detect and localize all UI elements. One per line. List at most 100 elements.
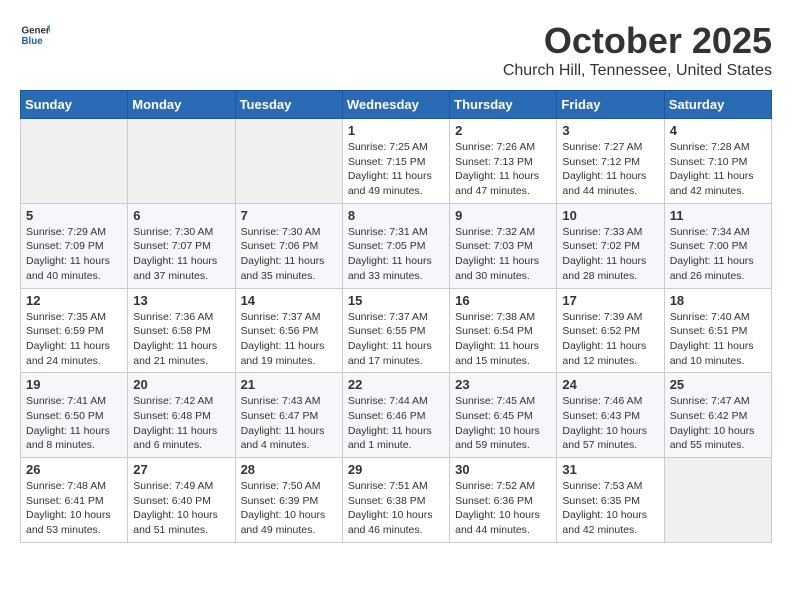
table-row: 15 Sunrise: 7:37 AM Sunset: 6:55 PM Dayli… [342,288,449,373]
title-area: October 2025 Church Hill, Tennessee, Uni… [503,20,772,80]
day-number: 7 [241,208,337,223]
day-info: Sunrise: 7:30 AM Sunset: 7:07 PM Dayligh… [133,225,229,284]
day-info: Sunrise: 7:53 AM Sunset: 6:35 PM Dayligh… [562,479,658,538]
table-row: 11 Sunrise: 7:34 AM Sunset: 7:00 PM Dayli… [664,203,771,288]
table-row: 16Sunrise: 7:38 AM Sunset: 6:54 PM Dayli… [450,288,557,373]
day-number: 17 [562,293,658,308]
day-number: 23 [455,377,551,392]
day-info: Sunrise: 7:47 AM Sunset: 6:42 PM Dayligh… [670,394,766,453]
day-info: Sunrise: 7:26 AM Sunset: 7:13 PM Dayligh… [455,140,551,199]
day-number: 19 [26,377,122,392]
day-info: Sunrise: 7:35 AM Sunset: 6:59 PM Dayligh… [26,310,122,369]
day-number: 8 [348,208,444,223]
table-row: 1 Sunrise: 7:25 AM Sunset: 7:15 PM Daylig… [342,119,449,204]
logo: General Blue [20,20,50,50]
calendar-week-row: 5 Sunrise: 7:29 AM Sunset: 7:09 PM Daylig… [21,203,772,288]
day-info: Sunrise: 7:37 AM Sunset: 6:56 PM Dayligh… [241,310,337,369]
table-row: 25Sunrise: 7:47 AM Sunset: 6:42 PM Dayli… [664,373,771,458]
day-number: 22 [348,377,444,392]
header-wednesday: Wednesday [342,91,449,119]
day-info: Sunrise: 7:27 AM Sunset: 7:12 PM Dayligh… [562,140,658,199]
table-row: 4 Sunrise: 7:28 AM Sunset: 7:10 PM Daylig… [664,119,771,204]
table-row: 13 Sunrise: 7:36 AM Sunset: 6:58 PM Dayli… [128,288,235,373]
table-row: 2 Sunrise: 7:26 AM Sunset: 7:13 PM Daylig… [450,119,557,204]
header-thursday: Thursday [450,91,557,119]
day-number: 16 [455,293,551,308]
table-row: 14 Sunrise: 7:37 AM Sunset: 6:56 PM Dayli… [235,288,342,373]
day-number: 26 [26,462,122,477]
table-row: 9Sunrise: 7:32 AM Sunset: 7:03 PM Daylig… [450,203,557,288]
table-row: 28Sunrise: 7:50 AM Sunset: 6:39 PM Dayli… [235,458,342,543]
table-row: 26 Sunrise: 7:48 AM Sunset: 6:41 PM Dayli… [21,458,128,543]
table-row: 24 Sunrise: 7:46 AM Sunset: 6:43 PM Dayli… [557,373,664,458]
day-info: Sunrise: 7:49 AM Sunset: 6:40 PM Dayligh… [133,479,229,538]
calendar-week-row: 1 Sunrise: 7:25 AM Sunset: 7:15 PM Daylig… [21,119,772,204]
header-tuesday: Tuesday [235,91,342,119]
table-row [21,119,128,204]
day-number: 21 [241,377,337,392]
table-row: 22 Sunrise: 7:44 AM Sunset: 6:46 PM Dayli… [342,373,449,458]
day-number: 13 [133,293,229,308]
day-info: Sunrise: 7:41 AM Sunset: 6:50 PM Dayligh… [26,394,122,453]
day-number: 2 [455,123,551,138]
table-row: 7Sunrise: 7:30 AM Sunset: 7:06 PM Daylig… [235,203,342,288]
table-row: 12 Sunrise: 7:35 AM Sunset: 6:59 PM Dayli… [21,288,128,373]
day-info: Sunrise: 7:33 AM Sunset: 7:02 PM Dayligh… [562,225,658,284]
table-row [235,119,342,204]
day-number: 31 [562,462,658,477]
day-number: 18 [670,293,766,308]
table-row: 3Sunrise: 7:27 AM Sunset: 7:12 PM Daylig… [557,119,664,204]
day-info: Sunrise: 7:48 AM Sunset: 6:41 PM Dayligh… [26,479,122,538]
table-row: 19 Sunrise: 7:41 AM Sunset: 6:50 PM Dayli… [21,373,128,458]
day-number: 20 [133,377,229,392]
day-number: 24 [562,377,658,392]
day-info: Sunrise: 7:50 AM Sunset: 6:39 PM Dayligh… [241,479,337,538]
day-info: Sunrise: 7:44 AM Sunset: 6:46 PM Dayligh… [348,394,444,453]
table-row: 21Sunrise: 7:43 AM Sunset: 6:47 PM Dayli… [235,373,342,458]
calendar-week-row: 19 Sunrise: 7:41 AM Sunset: 6:50 PM Dayli… [21,373,772,458]
day-info: Sunrise: 7:25 AM Sunset: 7:15 PM Dayligh… [348,140,444,199]
table-row: 17 Sunrise: 7:39 AM Sunset: 6:52 PM Dayli… [557,288,664,373]
table-row: 5 Sunrise: 7:29 AM Sunset: 7:09 PM Daylig… [21,203,128,288]
table-row: 30 Sunrise: 7:52 AM Sunset: 6:36 PM Dayli… [450,458,557,543]
day-number: 4 [670,123,766,138]
day-number: 14 [241,293,337,308]
calendar-week-row: 26 Sunrise: 7:48 AM Sunset: 6:41 PM Dayli… [21,458,772,543]
day-info: Sunrise: 7:39 AM Sunset: 6:52 PM Dayligh… [562,310,658,369]
header-saturday: Saturday [664,91,771,119]
day-number: 12 [26,293,122,308]
header-sunday: Sunday [21,91,128,119]
day-info: Sunrise: 7:52 AM Sunset: 6:36 PM Dayligh… [455,479,551,538]
day-number: 6 [133,208,229,223]
day-info: Sunrise: 7:32 AM Sunset: 7:03 PM Dayligh… [455,225,551,284]
day-info: Sunrise: 7:46 AM Sunset: 6:43 PM Dayligh… [562,394,658,453]
day-info: Sunrise: 7:28 AM Sunset: 7:10 PM Dayligh… [670,140,766,199]
header-monday: Monday [128,91,235,119]
day-number: 1 [348,123,444,138]
logo-icon: General Blue [20,20,50,50]
day-info: Sunrise: 7:29 AM Sunset: 7:09 PM Dayligh… [26,225,122,284]
day-number: 11 [670,208,766,223]
day-number: 10 [562,208,658,223]
table-row: 29Sunrise: 7:51 AM Sunset: 6:38 PM Dayli… [342,458,449,543]
day-number: 27 [133,462,229,477]
month-title: October 2025 [503,20,772,62]
svg-text:Blue: Blue [22,36,44,47]
day-number: 30 [455,462,551,477]
svg-text:General: General [22,26,51,37]
day-number: 15 [348,293,444,308]
day-info: Sunrise: 7:31 AM Sunset: 7:05 PM Dayligh… [348,225,444,284]
table-row [128,119,235,204]
table-row: 10 Sunrise: 7:33 AM Sunset: 7:02 PM Dayli… [557,203,664,288]
day-info: Sunrise: 7:42 AM Sunset: 6:48 PM Dayligh… [133,394,229,453]
day-info: Sunrise: 7:37 AM Sunset: 6:55 PM Dayligh… [348,310,444,369]
day-number: 5 [26,208,122,223]
calendar: Sunday Monday Tuesday Wednesday Thursday… [20,90,772,543]
calendar-week-row: 12 Sunrise: 7:35 AM Sunset: 6:59 PM Dayli… [21,288,772,373]
table-row: 8 Sunrise: 7:31 AM Sunset: 7:05 PM Daylig… [342,203,449,288]
day-info: Sunrise: 7:45 AM Sunset: 6:45 PM Dayligh… [455,394,551,453]
day-info: Sunrise: 7:34 AM Sunset: 7:00 PM Dayligh… [670,225,766,284]
header: General Blue October 2025 Church Hill, T… [20,20,772,80]
weekday-header-row: Sunday Monday Tuesday Wednesday Thursday… [21,91,772,119]
day-info: Sunrise: 7:36 AM Sunset: 6:58 PM Dayligh… [133,310,229,369]
